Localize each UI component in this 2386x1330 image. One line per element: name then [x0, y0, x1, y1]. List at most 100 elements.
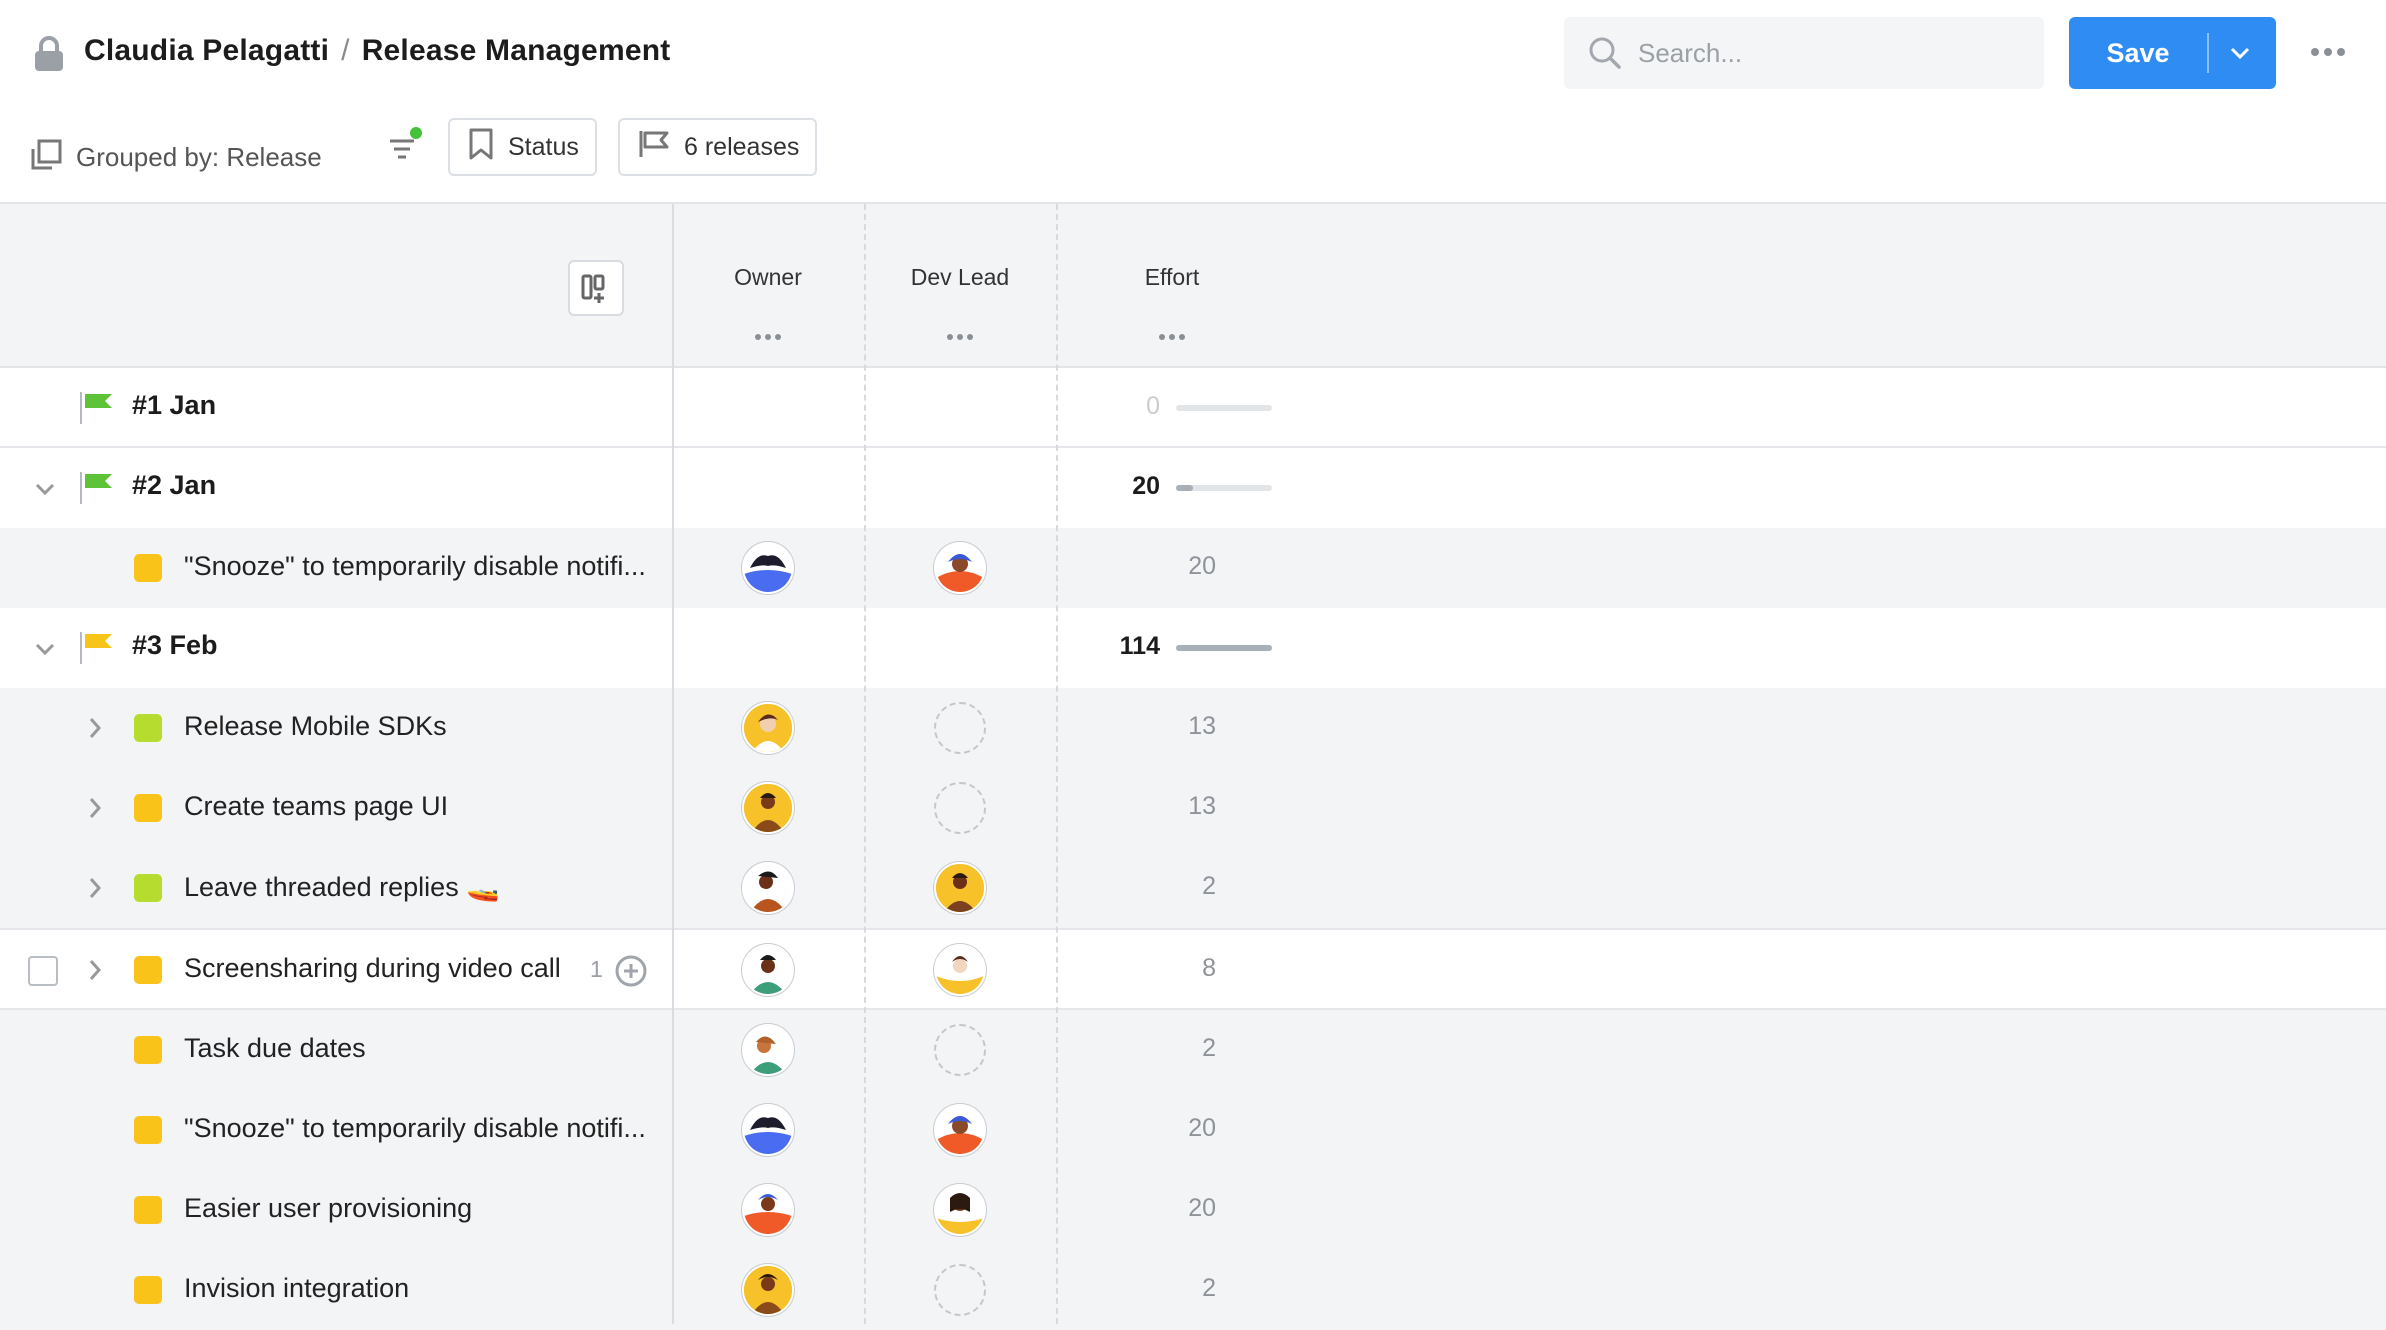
add-subitem-icon[interactable]: [614, 954, 648, 993]
item-effort: 2: [1202, 872, 1216, 900]
owner-avatar[interactable]: [742, 542, 794, 594]
status-swatch[interactable]: [134, 1276, 162, 1304]
owner-avatar[interactable]: [742, 1184, 794, 1236]
bookmark-icon: [468, 128, 508, 167]
owner-avatar[interactable]: [742, 862, 794, 914]
dev-lead-empty-avatar[interactable]: [934, 702, 986, 754]
column-owner-menu-icon[interactable]: [672, 328, 864, 346]
dev-lead-avatar[interactable]: [934, 862, 986, 914]
owner-avatar[interactable]: [742, 1264, 794, 1316]
group-effort-total: 0: [1146, 392, 1160, 420]
group-effort-bar: [1176, 645, 1272, 651]
title-column-divider: [672, 204, 674, 1324]
save-options-chevron-icon[interactable]: [2227, 43, 2253, 68]
item-title[interactable]: Task due dates: [184, 1033, 366, 1064]
list-item[interactable]: Task due dates 2: [0, 1010, 2386, 1090]
filter-icon[interactable]: [388, 127, 424, 172]
owner-column-divider: [864, 204, 866, 1324]
status-swatch[interactable]: [134, 1036, 162, 1064]
dev-lead-avatar[interactable]: [934, 944, 986, 996]
expand-chevron-icon[interactable]: [88, 958, 102, 987]
owner-avatar[interactable]: [742, 1024, 794, 1076]
row-checkbox[interactable]: [28, 956, 58, 986]
item-title[interactable]: Leave threaded replies 🚤: [184, 871, 500, 903]
group-title: #2 Jan: [132, 470, 217, 500]
item-effort: 20: [1188, 1114, 1216, 1142]
lock-icon: [34, 36, 64, 77]
search-icon: [1588, 36, 1622, 75]
release-flag-green-icon: [78, 472, 114, 509]
group-icon: [30, 139, 62, 176]
add-column-button[interactable]: [568, 260, 624, 316]
item-effort: 20: [1188, 1194, 1216, 1222]
group-title: #3 Feb: [132, 630, 218, 660]
dev-lead-column-divider: [1056, 204, 1058, 1324]
group-effort-bar: [1176, 405, 1272, 411]
column-dev-lead-menu-icon[interactable]: [864, 328, 1056, 346]
save-button[interactable]: Save: [2069, 17, 2276, 89]
column-owner-header[interactable]: Owner: [672, 264, 864, 291]
dev-lead-avatar[interactable]: [934, 1184, 986, 1236]
column-effort-menu-icon[interactable]: [1076, 328, 1268, 346]
breadcrumb-owner[interactable]: Claudia Pelagatti: [84, 34, 329, 67]
item-effort: 13: [1188, 792, 1216, 820]
group-row[interactable]: #3 Feb 114: [0, 608, 2386, 688]
item-title[interactable]: Invision integration: [184, 1273, 409, 1304]
status-swatch[interactable]: [134, 794, 162, 822]
column-dev-lead-header[interactable]: Dev Lead: [864, 264, 1056, 291]
owner-avatar[interactable]: [742, 702, 794, 754]
dev-lead-avatar[interactable]: [934, 1104, 986, 1156]
more-options-icon[interactable]: [2310, 44, 2346, 62]
status-swatch[interactable]: [134, 1116, 162, 1144]
status-swatch[interactable]: [134, 714, 162, 742]
top-bar: Claudia Pelagatti / Release Management Sea…: [0, 0, 2386, 108]
dev-lead-empty-avatar[interactable]: [934, 1264, 986, 1316]
item-effort: 2: [1202, 1034, 1216, 1062]
status-swatch[interactable]: [134, 956, 162, 984]
list-item[interactable]: "Snooze" to temporarily disable notifi..…: [0, 1090, 2386, 1170]
status-filter-button[interactable]: Status: [448, 118, 597, 176]
list-item-hovered[interactable]: Screensharing during video call 1 8: [0, 928, 2386, 1010]
owner-avatar[interactable]: [742, 1104, 794, 1156]
group-row[interactable]: #2 Jan 20: [0, 448, 2386, 528]
list-item[interactable]: Create teams page UI 13: [0, 768, 2386, 848]
item-title[interactable]: Screensharing during video call: [184, 953, 561, 984]
item-effort: 13: [1188, 712, 1216, 740]
item-title[interactable]: "Snooze" to temporarily disable notifi..…: [184, 551, 646, 582]
dev-lead-empty-avatar[interactable]: [934, 1024, 986, 1076]
expand-chevron-icon[interactable]: [88, 876, 102, 905]
owner-avatar[interactable]: [742, 944, 794, 996]
column-effort-header[interactable]: Effort: [1076, 264, 1268, 291]
list-item[interactable]: Easier user provisioning 20: [0, 1170, 2386, 1250]
collapse-chevron-icon[interactable]: [34, 642, 56, 661]
search-placeholder: Search...: [1638, 38, 1743, 68]
releases-filter-button[interactable]: 6 releases: [618, 118, 818, 176]
list-item[interactable]: "Snooze" to temporarily disable notifi..…: [0, 528, 2386, 608]
item-title[interactable]: Release Mobile SDKs: [184, 711, 447, 742]
list-item[interactable]: Release Mobile SDKs 13: [0, 688, 2386, 768]
expand-chevron-icon[interactable]: [88, 796, 102, 825]
breadcrumb-separator: /: [341, 34, 350, 67]
status-swatch[interactable]: [134, 1196, 162, 1224]
collapse-chevron-icon[interactable]: [34, 482, 56, 501]
dev-lead-empty-avatar[interactable]: [934, 782, 986, 834]
item-title[interactable]: Create teams page UI: [184, 791, 448, 822]
status-swatch[interactable]: [134, 874, 162, 902]
release-flag-green-icon: [78, 392, 114, 429]
add-column-icon: [581, 274, 605, 303]
group-row[interactable]: #1 Jan 0: [0, 368, 2386, 448]
list-item[interactable]: Invision integration 2: [0, 1250, 2386, 1330]
release-flag-yellow-icon: [78, 632, 114, 669]
release-grid: Owner Dev Lead Effort #1 Jan 0 #2 Jan 20: [0, 202, 2386, 1330]
dev-lead-avatar[interactable]: [934, 542, 986, 594]
expand-chevron-icon[interactable]: [88, 716, 102, 745]
list-item[interactable]: Leave threaded replies 🚤 2: [0, 848, 2386, 928]
search-input[interactable]: Search...: [1564, 17, 2044, 89]
owner-avatar[interactable]: [742, 782, 794, 834]
subitem-count: 1: [590, 956, 603, 982]
group-by-button[interactable]: Grouped by: Release: [30, 132, 322, 182]
status-swatch[interactable]: [134, 554, 162, 582]
item-title[interactable]: Easier user provisioning: [184, 1193, 472, 1224]
status-filter-label: Status: [508, 132, 579, 161]
item-title[interactable]: "Snooze" to temporarily disable notifi..…: [184, 1113, 646, 1144]
